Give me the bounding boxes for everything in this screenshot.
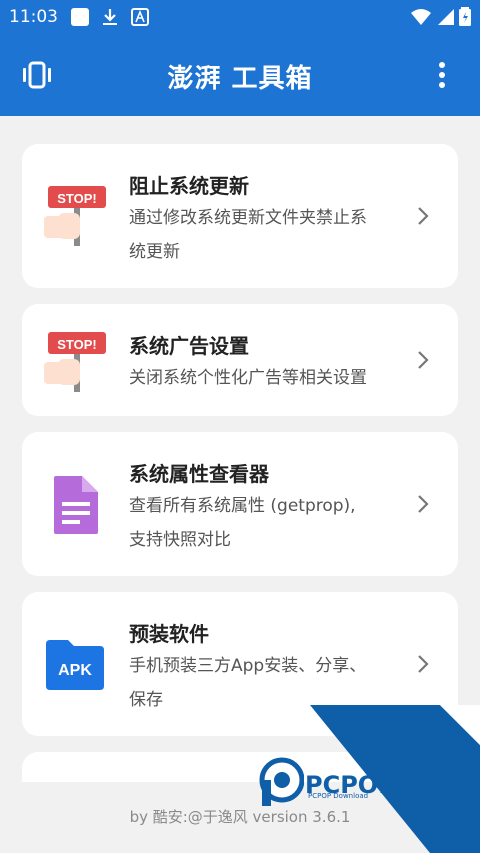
apk-label: APK: [58, 662, 92, 679]
card-desc-line1: 通过修改系统更新文件夹禁止系: [129, 208, 367, 228]
app-bar: 澎湃 工具箱: [0, 34, 480, 116]
svg-text:STOP!: STOP!: [57, 191, 97, 206]
download-icon: [103, 9, 117, 25]
card-desc-line2: 统更新: [129, 242, 180, 262]
chevron-right-icon: [418, 655, 429, 673]
card-title: 阻止系统更新: [129, 174, 249, 198]
signal-icon: [438, 9, 454, 25]
card-title: 系统属性查看器: [129, 462, 269, 486]
notification-app-icon: [71, 8, 89, 26]
card-desc-line2: 支持快照对比: [129, 530, 231, 550]
document-icon: [54, 476, 98, 534]
chevron-right-icon: [418, 495, 429, 513]
app-title: 澎湃 工具箱: [167, 64, 313, 94]
status-bar: 11:03: [0, 0, 480, 34]
status-time: 11:03: [9, 7, 58, 27]
svg-text:STOP!: STOP!: [57, 337, 97, 352]
card-desc-line1: 查看所有系统属性 (getprop),: [129, 496, 356, 516]
pcpop-logo-icon: [259, 757, 304, 806]
wifi-icon: [411, 9, 431, 25]
card-block-system-update[interactable]: STOP! 阻止系统更新 通过修改系统更新文件夹禁止系 统更新: [22, 144, 458, 288]
chevron-right-icon: [418, 207, 429, 225]
more-vert-icon[interactable]: [430, 58, 454, 92]
chevron-right-icon: [418, 351, 429, 369]
card-title: 系统广告设置: [129, 334, 249, 358]
stop-sign-hand-icon: STOP!: [44, 186, 106, 246]
card-desc-line1: 关闭系统个性化广告等相关设置: [129, 368, 367, 388]
card-title: 预装软件: [129, 622, 209, 646]
a-notification-icon: [131, 8, 149, 26]
stop-sign-hand-icon: STOP!: [44, 332, 106, 392]
card-ad-settings[interactable]: STOP! 系统广告设置 关闭系统个性化广告等相关设置: [22, 304, 458, 416]
watermark-subtext: PCPOP Download: [308, 792, 369, 800]
battery-icon: [459, 7, 471, 26]
card-system-props-viewer[interactable]: 系统属性查看器 查看所有系统属性 (getprop), 支持快照对比: [22, 432, 458, 576]
card-desc-line1: 手机预装三方App安装、分享、: [129, 656, 367, 676]
